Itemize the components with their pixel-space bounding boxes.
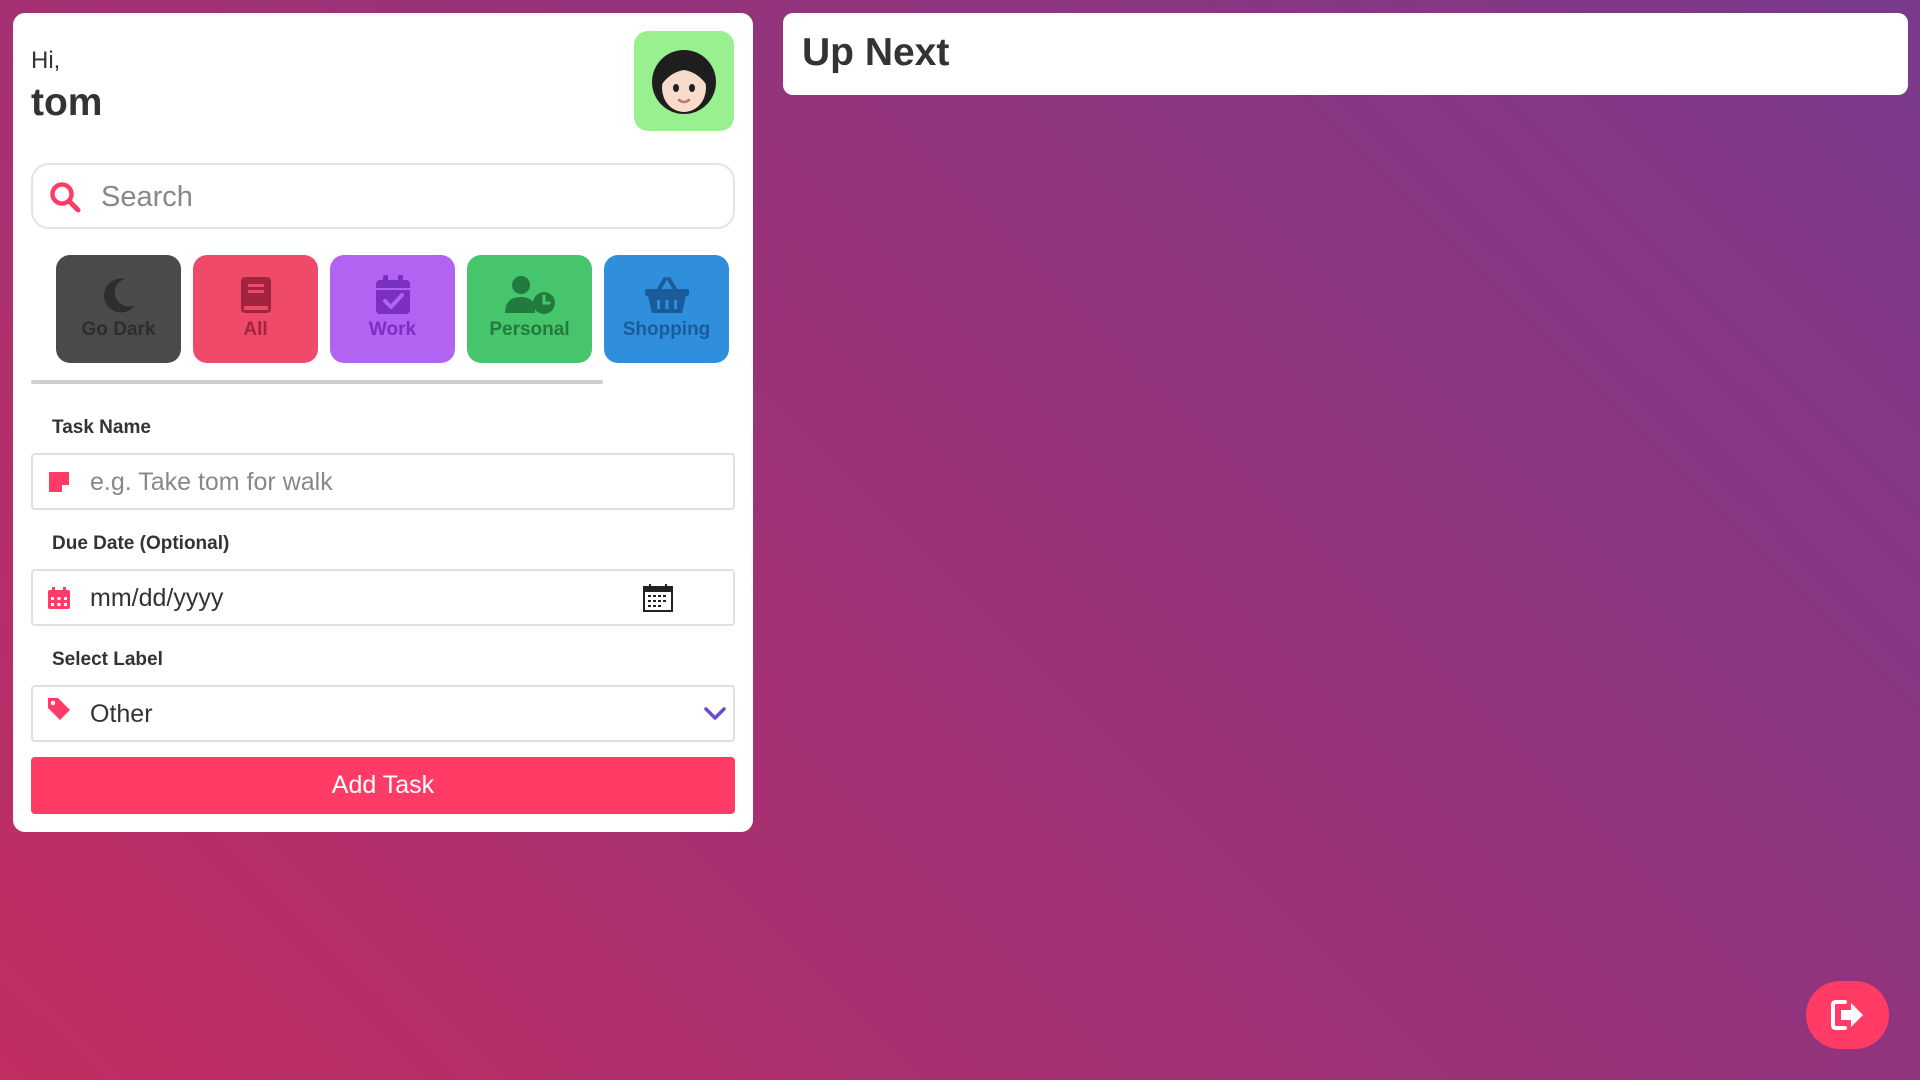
go-dark-button[interactable]: Go Dark [56,255,181,363]
moon-icon [103,278,135,313]
search-icon [50,182,81,213]
basket-icon [644,277,689,313]
calendar-icon [48,587,70,609]
category-label: All [243,319,268,340]
category-label: Go Dark [81,319,156,340]
up-next-title: Up Next [802,31,950,74]
category-work-button[interactable]: Work [330,255,455,363]
scroll-divider[interactable] [31,380,603,384]
date-picker-icon[interactable] [642,583,674,613]
up-next-header: Up Next [783,13,1908,95]
category-label: Personal [489,319,570,340]
task-name-label: Task Name [52,417,151,438]
logout-button[interactable] [1806,981,1889,1049]
search-input[interactable] [99,175,703,219]
task-name-input[interactable]: e.g. Take tom for walk [90,468,333,497]
due-date-label: Due Date (Optional) [52,533,230,554]
chevron-down-icon[interactable] [703,705,727,723]
label-select[interactable]: Other [31,685,735,742]
label-select-value[interactable]: Other [90,700,153,729]
user-clock-icon [504,276,555,314]
select-label-label: Select Label [52,649,163,670]
sticky-note-icon [49,472,69,492]
book-icon [240,277,271,313]
avatar[interactable] [634,31,734,131]
user-name: tom [31,81,103,124]
calendar-check-icon [375,275,410,314]
category-label: Work [368,319,417,340]
due-date-input[interactable]: mm/dd/yyyy [90,584,223,613]
sign-out-icon [1831,1000,1863,1030]
tag-icon [48,698,70,720]
greeting-hi: Hi, [31,47,61,74]
woman-face-avatar-icon [652,50,716,114]
category-label: Shopping [622,319,711,340]
category-all-button[interactable]: All [193,255,318,363]
add-task-button[interactable]: Add Task [31,757,735,814]
task-panel: Hi, tom Go Dark [13,13,753,832]
category-shopping-button[interactable]: Shopping [604,255,729,363]
category-personal-button[interactable]: Personal [467,255,592,363]
task-name-field[interactable]: e.g. Take tom for walk [31,453,735,510]
search-box[interactable] [31,163,735,229]
due-date-field[interactable]: mm/dd/yyyy [31,569,735,626]
